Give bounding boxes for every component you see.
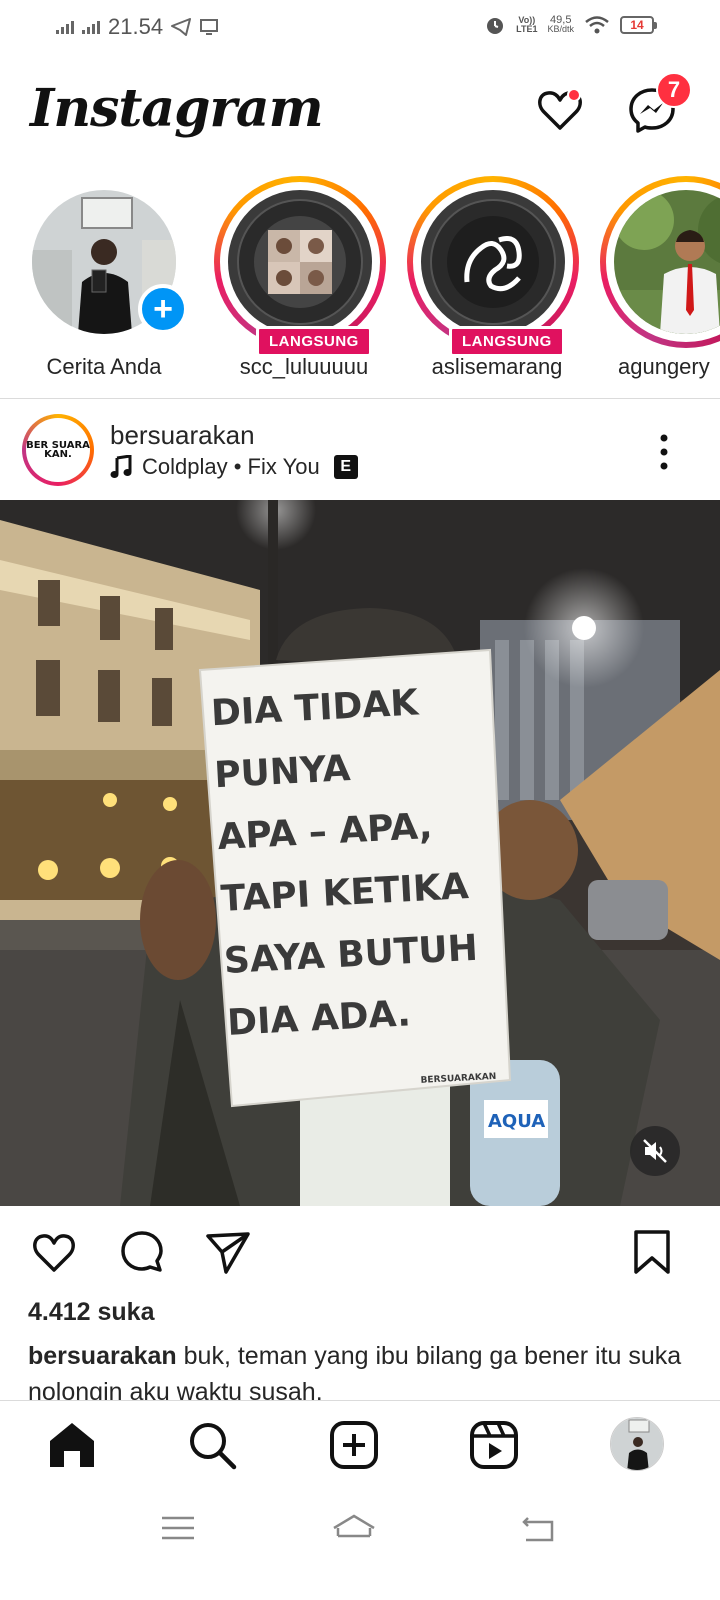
status-bar: 21.54 Vo)) LTE1 49,5 KB/dtk 14 [0, 0, 720, 56]
battery-icon: 14 [620, 16, 657, 34]
back-icon[interactable] [518, 1508, 558, 1548]
post-music[interactable]: Coldplay • Fix You E [110, 454, 358, 480]
telegram-icon [171, 18, 192, 36]
app-header: Instagram [0, 70, 720, 150]
like-icon[interactable] [30, 1228, 78, 1276]
story-label: scc_luluuuuu [239, 354, 369, 379]
messages-badge: 7 [656, 72, 692, 108]
profile-avatar[interactable] [610, 1417, 664, 1471]
comment-icon[interactable] [118, 1228, 166, 1276]
wifi-icon [585, 16, 609, 34]
data-rate: 49,5 KB/dtk [547, 14, 574, 34]
post-avatar-text: BER SUARA KAN. [26, 440, 90, 460]
story-label: aslisemarang [431, 354, 563, 379]
bottle-brand: AQUA [488, 1111, 545, 1132]
reels-icon[interactable] [468, 1419, 520, 1471]
activity-dot [567, 88, 581, 102]
post-photo: DIA TIDAK PUNYA APA – APA, TAPI KETIKA S… [0, 500, 720, 1206]
stories-tray: + Cerita Anda LANGSUNG scc_luluuuuu LANG… [0, 176, 720, 396]
story-label: Cerita Anda [46, 354, 162, 379]
volte-indicator: Vo)) LTE1 [516, 15, 538, 34]
share-icon[interactable] [204, 1228, 252, 1276]
home-icon[interactable] [46, 1419, 98, 1471]
story-ring [407, 176, 579, 348]
story-avatar [614, 190, 720, 334]
search-icon[interactable] [186, 1419, 238, 1471]
post-avatar[interactable]: BER SUARA KAN. [22, 414, 94, 486]
story-avatar [228, 190, 372, 334]
story-label: agungery [618, 354, 710, 379]
system-home-icon[interactable] [330, 1508, 378, 1548]
music-title: Coldplay • Fix You [142, 454, 320, 479]
post-username[interactable]: bersuarakan [110, 420, 255, 451]
bookmark-icon[interactable] [628, 1228, 676, 1276]
story-avatar [421, 190, 565, 334]
likes-count[interactable]: 4.412 suka [28, 1298, 155, 1327]
bottom-navigation [0, 1400, 720, 1490]
clock: 21.54 [108, 14, 164, 39]
post-actions [0, 1222, 720, 1282]
signal-icon [56, 20, 74, 34]
sign-line: PUNYA [213, 748, 351, 796]
instagram-logo[interactable]: Instagram [30, 78, 324, 139]
post-header: BER SUARA KAN. bersuarakan Coldplay • Fi… [0, 410, 720, 494]
caption-username[interactable]: bersuarakan [28, 1342, 177, 1370]
story-ring [600, 176, 720, 348]
alarm-icon [487, 18, 504, 34]
signal-icon-2 [82, 20, 100, 34]
explicit-badge: E [333, 455, 358, 479]
add-story-button[interactable]: + [138, 284, 188, 334]
menu-icon[interactable] [158, 1508, 198, 1548]
divider [0, 398, 720, 399]
screen-icon [200, 19, 219, 35]
more-options-icon[interactable] [654, 432, 674, 472]
music-note-icon [110, 455, 132, 478]
mute-button[interactable] [630, 1126, 680, 1176]
system-navigation [0, 1490, 720, 1600]
post-caption[interactable]: bersuarakan buk, teman yang ibu bilang g… [28, 1338, 698, 1400]
live-badge: LANGSUNG [449, 326, 565, 357]
speaker-muted-icon [643, 1139, 667, 1163]
create-post-icon[interactable] [328, 1419, 380, 1471]
post-media[interactable]: DIA TIDAK PUNYA APA – APA, TAPI KETIKA S… [0, 500, 720, 1206]
live-badge: LANGSUNG [256, 326, 372, 357]
story-ring [214, 176, 386, 348]
